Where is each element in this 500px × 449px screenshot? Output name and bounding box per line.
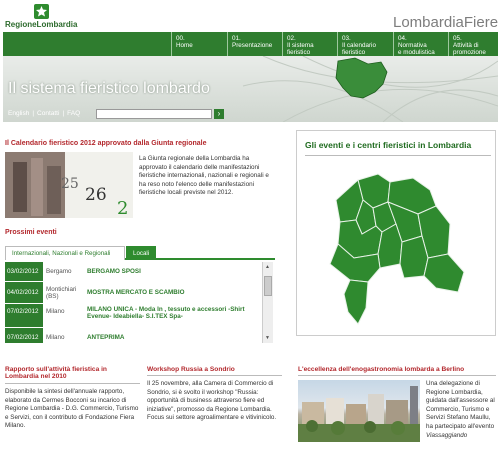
event-date: 07/02/2012 xyxy=(5,328,43,343)
hero-links: English | Contatti | FAQ xyxy=(8,110,83,117)
nav-item-sistema[interactable]: 02. Il sistema fieristico xyxy=(282,32,337,56)
event-date: 03/02/2012 xyxy=(5,262,43,281)
scroll-down-icon[interactable]: ▼ xyxy=(265,335,270,341)
event-place: Montichiari (BS) xyxy=(46,286,77,300)
tab-internazionali[interactable]: Internazionali, Nazionali e Regionali xyxy=(5,246,125,260)
berlin-divider xyxy=(298,375,496,376)
nav-num: 04. xyxy=(398,35,407,42)
event-row[interactable]: 04/02/2012 Montichiari (BS) MOSTRA MERCA… xyxy=(5,282,265,304)
event-row[interactable]: 07/02/2012 Milano ANTEPRIMA xyxy=(5,328,265,343)
nav-label: Il sistema xyxy=(287,42,314,49)
nav-label: Home xyxy=(176,42,193,49)
nav-num: 02. xyxy=(287,35,296,42)
event-name[interactable]: MOSTRA MERCATO E SCAMBIO xyxy=(87,289,267,296)
calendar-title[interactable]: Il Calendario fieristico 2012 approvato … xyxy=(5,140,207,147)
berlin-event-name[interactable]: Viassaggiando xyxy=(426,432,467,439)
report-divider xyxy=(5,383,140,384)
nav-label: Presentazione xyxy=(232,42,273,49)
nav-item-normativa[interactable]: 04. Normativa e modulistica xyxy=(393,32,448,56)
event-name[interactable]: MILANO UNICA - Moda In , tessuto e acces… xyxy=(87,306,267,320)
link-separator: | xyxy=(32,110,35,117)
calendar-text: La Giunta regionale della Lombardia ha a… xyxy=(139,155,269,197)
nav-num: 05. xyxy=(453,35,462,42)
calendar-photo: 25 26 2 xyxy=(5,152,133,218)
event-row[interactable]: 07/02/2012 Milano MILANO UNICA - Moda In… xyxy=(5,304,265,328)
map-province-cremona xyxy=(399,235,429,279)
berlin-photo[interactable] xyxy=(298,380,420,442)
calendar-image[interactable]: 25 26 2 xyxy=(5,152,133,218)
nav-label: Attività di xyxy=(453,42,479,49)
map-divider xyxy=(305,155,491,156)
events-title: Prossimi eventi xyxy=(5,229,57,236)
svg-text:26: 26 xyxy=(85,185,107,205)
logo-text[interactable]: RegioneLombardia xyxy=(5,20,77,29)
events-scrollbar[interactable]: ▲ ▼ xyxy=(262,262,273,343)
nav-item-calendario[interactable]: 03. Il calendario fieristico xyxy=(337,32,393,56)
nav-label: Il calendario xyxy=(342,42,376,49)
nav-label: fieristico xyxy=(342,49,366,56)
nav-item-promozione[interactable]: 05. Attività di promozione xyxy=(448,32,498,56)
event-place: Milano xyxy=(46,308,65,315)
lombardia-map[interactable] xyxy=(318,172,468,332)
svg-text:25: 25 xyxy=(61,176,79,192)
link-english[interactable]: English xyxy=(8,110,29,117)
workshop-text: Il 25 novembre, alla Camera di Commercio… xyxy=(147,380,277,422)
berlin-title[interactable]: L'eccellenza dell'enogastronomia lombard… xyxy=(298,366,464,373)
nav-label: e modulistica xyxy=(398,49,435,56)
link-contatti[interactable]: Contatti xyxy=(37,110,59,117)
link-separator: | xyxy=(62,110,65,117)
nav-item-home[interactable]: 00. Home xyxy=(171,32,227,56)
regione-lombardia-logo-icon[interactable] xyxy=(34,4,49,19)
nav-label: promozione xyxy=(453,49,486,56)
event-place: Milano xyxy=(46,334,65,341)
nav-label: Normativa xyxy=(398,42,427,49)
nav-num: 01. xyxy=(232,35,241,42)
hero-title: Il sistema fieristico lombardo xyxy=(8,80,210,97)
nav-label: fieristico xyxy=(287,49,311,56)
nav-item-presentazione[interactable]: 01. Presentazione xyxy=(227,32,282,56)
workshop-title[interactable]: Workshop Russia a Sondrio xyxy=(147,366,235,373)
map-province-mantova xyxy=(423,253,465,293)
berlin-text-body: Una delegazione di Regione Lombardia, gu… xyxy=(426,380,495,430)
search-input[interactable] xyxy=(96,109,212,119)
berlin-text: Una delegazione di Regione Lombardia, gu… xyxy=(426,380,498,440)
events-tabs: Internazionali, Nazionali e Regionali Lo… xyxy=(5,244,275,260)
event-date: 07/02/2012 xyxy=(5,304,43,327)
event-row[interactable]: 03/02/2012 Bergamo BERGAMO SPOSI xyxy=(5,262,265,282)
map-province-pavia-south xyxy=(343,279,369,325)
berlin-buildings xyxy=(298,386,420,442)
main-nav: 00. Home 01. Presentazione 02. Il sistema fi… xyxy=(3,32,498,56)
scroll-up-icon[interactable]: ▲ xyxy=(265,264,270,270)
lombardia-silhouette-icon xyxy=(335,57,388,99)
link-faq[interactable]: FAQ xyxy=(67,110,80,117)
svg-text:2: 2 xyxy=(117,198,128,218)
nav-num: 00. xyxy=(176,35,185,42)
report-text: Disponibile la sintesi dell'annuale rapp… xyxy=(5,388,139,430)
brand-title: LombardiaFiere xyxy=(393,14,499,31)
event-date: 04/02/2012 xyxy=(5,282,43,303)
workshop-divider xyxy=(147,375,282,376)
events-list: 03/02/2012 Bergamo BERGAMO SPOSI 04/02/2… xyxy=(5,262,273,343)
scroll-thumb[interactable] xyxy=(264,276,272,296)
map-title[interactable]: Gli eventi e i centri fieristici in Lomb… xyxy=(305,140,471,150)
event-place: Bergamo xyxy=(46,268,72,275)
search-button[interactable]: › xyxy=(214,109,224,119)
event-name[interactable]: BERGAMO SPOSI xyxy=(87,268,267,275)
tab-locali[interactable]: Locali xyxy=(126,246,157,260)
event-name[interactable]: ANTEPRIMA xyxy=(87,334,267,341)
report-title[interactable]: Rapporto sull'attività fieristica in Lom… xyxy=(5,366,135,380)
nav-num: 03. xyxy=(342,35,351,42)
